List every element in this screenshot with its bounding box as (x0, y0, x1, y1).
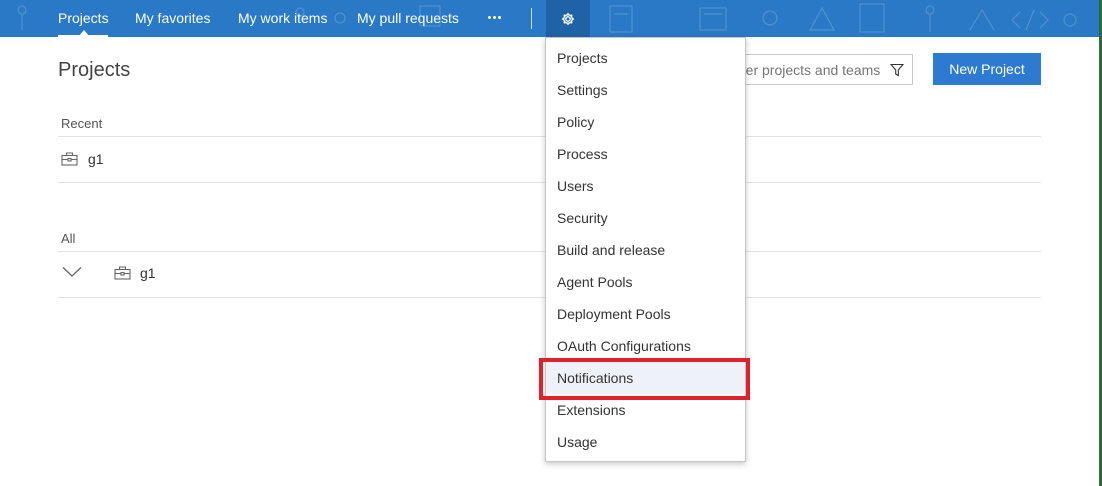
menu-item-build-and-release[interactable]: Build and release (546, 234, 745, 266)
menu-item-security[interactable]: Security (546, 202, 745, 234)
filter-icon[interactable] (890, 63, 904, 77)
nav-separator (531, 8, 532, 29)
settings-gear-button[interactable] (546, 0, 590, 37)
menu-item-users[interactable]: Users (546, 170, 745, 202)
ellipsis-icon[interactable] (485, 0, 503, 37)
highlight-annotation-box (539, 358, 750, 400)
nav-my-pull-requests[interactable]: My pull requests (357, 0, 459, 37)
nav-my-work-items[interactable]: My work items (238, 0, 327, 37)
gear-icon (562, 13, 574, 25)
project-icon (114, 266, 131, 280)
menu-item-policy[interactable]: Policy (546, 106, 745, 138)
menu-item-process[interactable]: Process (546, 138, 745, 170)
new-project-button[interactable]: New Project (933, 53, 1041, 85)
all-project-name[interactable]: g1 (140, 265, 156, 281)
all-section-label: All (61, 231, 76, 246)
recent-project-name[interactable]: g1 (88, 151, 104, 167)
filter-box[interactable] (720, 54, 913, 85)
recent-section-label: Recent (61, 116, 103, 131)
menu-item-agent-pools[interactable]: Agent Pools (546, 266, 745, 298)
page-title: Projects (58, 59, 131, 81)
menu-item-projects[interactable]: Projects (546, 42, 745, 74)
chevron-down-icon[interactable] (62, 266, 82, 278)
nav-my-favorites[interactable]: My favorites (135, 0, 210, 37)
menu-item-usage[interactable]: Usage (546, 426, 745, 458)
menu-item-deployment-pools[interactable]: Deployment Pools (546, 298, 745, 330)
top-nav-bar: Projects My favorites My work items My p… (0, 0, 1102, 37)
nav-active-caret (78, 30, 90, 37)
menu-item-settings[interactable]: Settings (546, 74, 745, 106)
project-icon (61, 152, 78, 166)
